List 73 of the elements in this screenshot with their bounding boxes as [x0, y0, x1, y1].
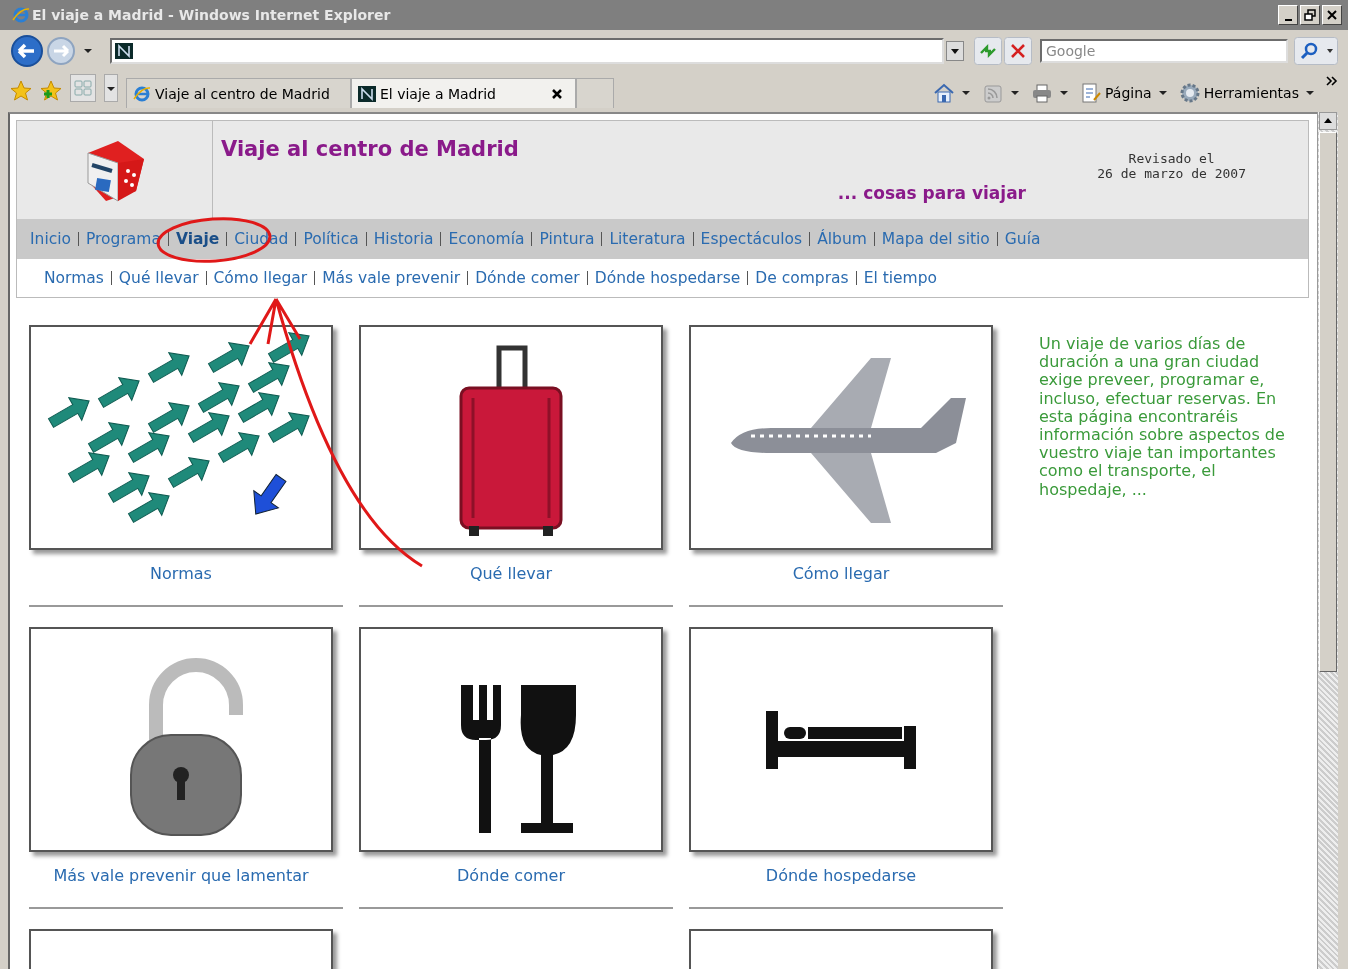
back-button[interactable]	[10, 34, 44, 68]
nav-link[interactable]: Guía	[1004, 230, 1041, 248]
nav-link[interactable]: Economía	[448, 230, 525, 248]
caret-icon	[1158, 91, 1167, 95]
restore-icon	[1303, 8, 1317, 22]
browser-tab[interactable]: Viaje al centro de Madrid	[126, 78, 351, 108]
search-button[interactable]	[1294, 37, 1338, 65]
nav-link[interactable]: Programa	[86, 230, 161, 248]
subnav-link[interactable]: Más vale prevenir	[322, 269, 461, 287]
minimize-button[interactable]	[1278, 5, 1298, 25]
caret-icon	[1306, 91, 1314, 95]
caret-icon	[962, 91, 970, 95]
picture-caption-link[interactable]: Más vale prevenir que lamentar	[29, 866, 333, 885]
printer-icon	[1031, 82, 1053, 104]
site-tagline: ... cosas para viajar	[837, 183, 1026, 203]
close-icon[interactable]	[551, 87, 563, 100]
revision-date: 26 de marzo de 2007	[1097, 166, 1246, 181]
browser-tab[interactable]: El viaje a Madrid	[351, 78, 576, 108]
minimize-icon	[1284, 19, 1292, 21]
subnav-link[interactable]: De compras	[755, 269, 849, 287]
picture-caption-link[interactable]: Qué llevar	[359, 564, 663, 583]
nav-link[interactable]: Mapa del sitio	[881, 230, 990, 248]
subnav-link[interactable]: Dónde hospedarse	[594, 269, 741, 287]
tools-menu-button[interactable]: Herramientas	[1178, 82, 1318, 104]
picture-caption-link[interactable]: Normas	[29, 564, 333, 583]
restore-button[interactable]	[1300, 5, 1320, 25]
page-favicon	[358, 85, 376, 102]
gear-icon	[1178, 82, 1201, 104]
nav-link[interactable]: Inicio	[30, 230, 71, 248]
picture-caption-link[interactable]: Dónde hospedarse	[689, 866, 993, 885]
subnav-link[interactable]: El tiempo	[863, 269, 938, 287]
picture-caption-link[interactable]: Cómo llegar	[689, 564, 993, 583]
intro-paragraph: Un viaje de varios días de duración a una gran ciudad exige preveer, programar e, incluso, efectuar reservas. En esta página encontraréis información sobre aspectos de vuestro viaje tan importantes como el transporte, el hospedaje, ...	[1039, 335, 1286, 501]
tab-label: El viaje a Madrid	[380, 85, 497, 102]
stop-button[interactable]	[1004, 37, 1032, 65]
tab-label: Viaje al centro de Madrid	[155, 85, 331, 102]
feed-icon	[982, 82, 1004, 104]
nav-link[interactable]: Literatura	[609, 230, 686, 248]
page-favicon	[115, 43, 133, 59]
refresh-button[interactable]	[974, 37, 1002, 65]
caret-icon	[1060, 91, 1068, 95]
favorites-star-icon[interactable]	[10, 80, 32, 102]
address-dropdown-button[interactable]	[946, 41, 964, 61]
dropdown-caret-icon[interactable]	[84, 49, 92, 53]
subnav-link[interactable]: Cómo llegar	[213, 269, 308, 287]
browser-icon	[12, 6, 30, 24]
nav-link[interactable]: Viaje	[175, 230, 220, 248]
nav-link[interactable]: Espectáculos	[700, 230, 803, 248]
subnav-link[interactable]: Dónde comer	[475, 269, 580, 287]
home-icon	[933, 82, 955, 104]
window-title: El viaje a Madrid - Windows Internet Explorer	[32, 7, 392, 23]
picture-caption-link[interactable]: Dónde comer	[359, 866, 663, 885]
search-field[interactable]: Google	[1040, 39, 1288, 63]
close-icon	[1325, 8, 1339, 22]
nav-link[interactable]: Álbum	[817, 230, 867, 248]
picture-frame[interactable]	[689, 627, 993, 852]
page-icon	[1080, 82, 1102, 104]
scrollbar-thumb[interactable]	[1319, 132, 1337, 672]
chevron-icon[interactable]	[1326, 76, 1338, 86]
tab-list-button[interactable]	[104, 74, 118, 102]
close-button[interactable]	[1322, 5, 1342, 25]
nav-link[interactable]: Pintura	[539, 230, 595, 248]
page-menu-button[interactable]: Página	[1080, 82, 1171, 104]
revision-date: Revisado el	[1127, 151, 1216, 166]
subnav-link[interactable]: Qué llevar	[118, 269, 199, 287]
caret-icon	[1011, 91, 1019, 95]
vertical-scrollbar[interactable]	[1317, 112, 1338, 969]
site-title: Viaje al centro de Madrid	[221, 137, 519, 163]
subnav-link[interactable]: Normas	[44, 269, 104, 287]
nav-link[interactable]: Historia	[373, 230, 434, 248]
browser-icon	[133, 84, 151, 103]
address-field[interactable]	[110, 38, 944, 64]
nav-link[interactable]: Política	[303, 230, 359, 248]
